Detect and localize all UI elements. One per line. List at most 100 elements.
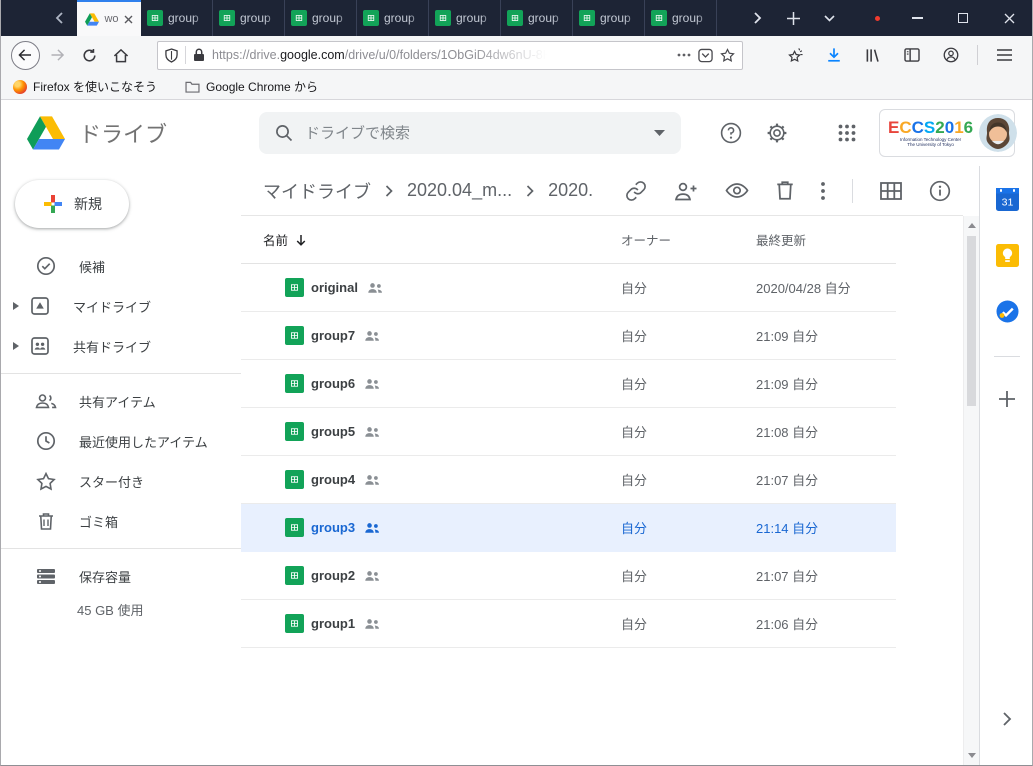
account-button[interactable] xyxy=(935,39,967,71)
drive-logo-icon xyxy=(27,116,65,150)
file-row[interactable]: original 自分 2020/04/28 自分 xyxy=(241,264,896,312)
bookmark-folder-chrome[interactable]: Google Chrome から xyxy=(185,78,318,95)
get-add-ons-plus-icon[interactable] xyxy=(998,390,1016,408)
apps-grid-icon xyxy=(838,124,856,142)
sidebar-item-shared-drives[interactable]: 共有ドライブ xyxy=(1,326,241,366)
preview-eye-icon[interactable] xyxy=(725,182,749,199)
tasks-icon[interactable] xyxy=(996,300,1019,323)
drive-search-box[interactable] xyxy=(259,112,681,154)
sidebars-button[interactable] xyxy=(896,39,928,71)
tab-close-icon[interactable] xyxy=(124,15,133,24)
sidebar-item-shared-with-me[interactable]: 共有アイテム xyxy=(1,381,241,421)
sidebar-item-starred[interactable]: スター付き xyxy=(1,461,241,501)
pocket-icon[interactable] xyxy=(698,48,713,63)
more-options-icon[interactable] xyxy=(821,182,825,200)
grid-view-icon[interactable] xyxy=(880,182,902,200)
tab-group-sheet[interactable]: group xyxy=(429,0,501,36)
sidebar-item-recent[interactable]: 最近使用したアイテム xyxy=(1,421,241,461)
column-header-owner[interactable]: オーナー xyxy=(621,230,756,249)
add-person-icon[interactable] xyxy=(674,181,698,201)
scroll-up-arrow-icon[interactable] xyxy=(968,223,976,228)
file-row[interactable]: group5 自分 21:08 自分 xyxy=(241,408,896,456)
file-name: group7 xyxy=(311,328,355,343)
calendar-icon[interactable]: 31 xyxy=(996,188,1019,211)
tab-group-sheet[interactable]: group xyxy=(357,0,429,36)
hide-panel-chevron-icon[interactable] xyxy=(1002,711,1012,727)
user-avatar[interactable] xyxy=(979,114,1017,152)
tab-group-sheet[interactable]: group xyxy=(141,0,213,36)
forward-button[interactable] xyxy=(41,39,73,71)
search-options-caret-icon[interactable] xyxy=(654,130,665,136)
bookmark-firefox-tips[interactable]: Firefox を使いこなそう xyxy=(13,78,157,95)
tabbar-spacer xyxy=(1,0,41,36)
expander-triangle-icon[interactable] xyxy=(13,302,19,310)
file-owner: 自分 xyxy=(621,278,756,297)
breadcrumb-folder[interactable]: 2020.04_m... xyxy=(407,180,512,201)
library-button[interactable] xyxy=(857,39,889,71)
sheets-file-icon xyxy=(285,326,304,345)
tab-title: group xyxy=(528,11,566,25)
info-icon[interactable] xyxy=(929,180,951,202)
scroll-down-arrow-icon[interactable] xyxy=(968,753,976,758)
sidebar-item-label: マイドライブ xyxy=(73,297,151,316)
home-button[interactable] xyxy=(105,39,137,71)
file-row[interactable]: group6 自分 21:09 自分 xyxy=(241,360,896,408)
google-apps-button[interactable] xyxy=(827,113,867,153)
help-button[interactable] xyxy=(711,113,751,153)
list-all-tabs-button[interactable] xyxy=(811,0,847,36)
bookmark-star-icon[interactable] xyxy=(720,48,735,63)
breadcrumb-current-folder[interactable]: 2020. xyxy=(548,180,593,201)
reload-button[interactable] xyxy=(73,39,105,71)
sheets-icon xyxy=(291,10,307,26)
tab-scroll-left-button[interactable] xyxy=(41,0,77,36)
page-actions-icon[interactable] xyxy=(677,53,691,57)
expander-triangle-icon[interactable] xyxy=(13,342,19,350)
sidebar-item-trash[interactable]: ゴミ箱 xyxy=(1,501,241,541)
url-bar[interactable]: https://drive.google.com/drive/u/0/folde… xyxy=(157,41,743,70)
new-button[interactable]: 新規 xyxy=(15,180,129,228)
sheets-icon xyxy=(507,10,523,26)
maximize-button[interactable] xyxy=(940,0,986,36)
back-button[interactable] xyxy=(9,39,41,71)
tab-group-sheet[interactable]: group xyxy=(213,0,285,36)
settings-button[interactable] xyxy=(757,113,797,153)
tab-group-sheet[interactable]: group xyxy=(573,0,645,36)
file-row[interactable]: group3 自分 21:14 自分 xyxy=(241,504,896,552)
column-header-name[interactable]: 名前 xyxy=(263,230,621,249)
account-badge[interactable]: ECCS2016 Information Technology Center T… xyxy=(879,109,1015,157)
file-modified: 21:06 自分 xyxy=(756,614,896,633)
tab-group-sheet[interactable]: group xyxy=(285,0,357,36)
list-scrollbar[interactable] xyxy=(963,216,979,765)
tab-scroll-right-button[interactable] xyxy=(739,0,775,36)
downloads-button[interactable] xyxy=(818,39,850,71)
close-window-button[interactable] xyxy=(986,0,1032,36)
menu-button[interactable] xyxy=(988,39,1020,71)
file-owner: 自分 xyxy=(621,326,756,345)
drive-logo-area[interactable]: ドライブ xyxy=(1,116,259,150)
bookmarks-menu-button[interactable] xyxy=(779,39,811,71)
people-icon xyxy=(35,394,57,409)
sidebar-item-my-drive[interactable]: マイドライブ xyxy=(1,286,241,326)
scrollbar-thumb[interactable] xyxy=(967,236,976,406)
minimize-button[interactable] xyxy=(894,0,940,36)
avatar-image xyxy=(979,114,1017,152)
sidebar-item-priority[interactable]: 候補 xyxy=(1,246,241,286)
column-header-modified[interactable]: 最終更新 xyxy=(756,230,896,249)
file-row[interactable]: group2 自分 21:07 自分 xyxy=(241,552,896,600)
get-link-icon[interactable] xyxy=(625,180,647,202)
file-row[interactable]: group7 自分 21:09 自分 xyxy=(241,312,896,360)
file-name: original xyxy=(311,280,358,295)
delete-trash-icon[interactable] xyxy=(776,180,794,201)
file-row[interactable]: group4 自分 21:07 自分 xyxy=(241,456,896,504)
sidebar-item-storage[interactable]: 保存容量 xyxy=(1,556,241,596)
new-tab-button[interactable] xyxy=(775,0,811,36)
keep-icon[interactable] xyxy=(996,244,1019,267)
file-row[interactable]: group1 自分 21:06 自分 xyxy=(241,600,896,648)
tab-group-sheet[interactable]: group xyxy=(645,0,717,36)
breadcrumb-my-drive[interactable]: マイドライブ xyxy=(263,178,371,204)
tab-active-drive[interactable]: wo xyxy=(77,0,141,36)
tab-title: group xyxy=(240,11,278,25)
search-input[interactable] xyxy=(305,125,642,142)
tab-group-sheet[interactable]: group xyxy=(501,0,573,36)
file-name-cell: group5 xyxy=(311,424,621,439)
